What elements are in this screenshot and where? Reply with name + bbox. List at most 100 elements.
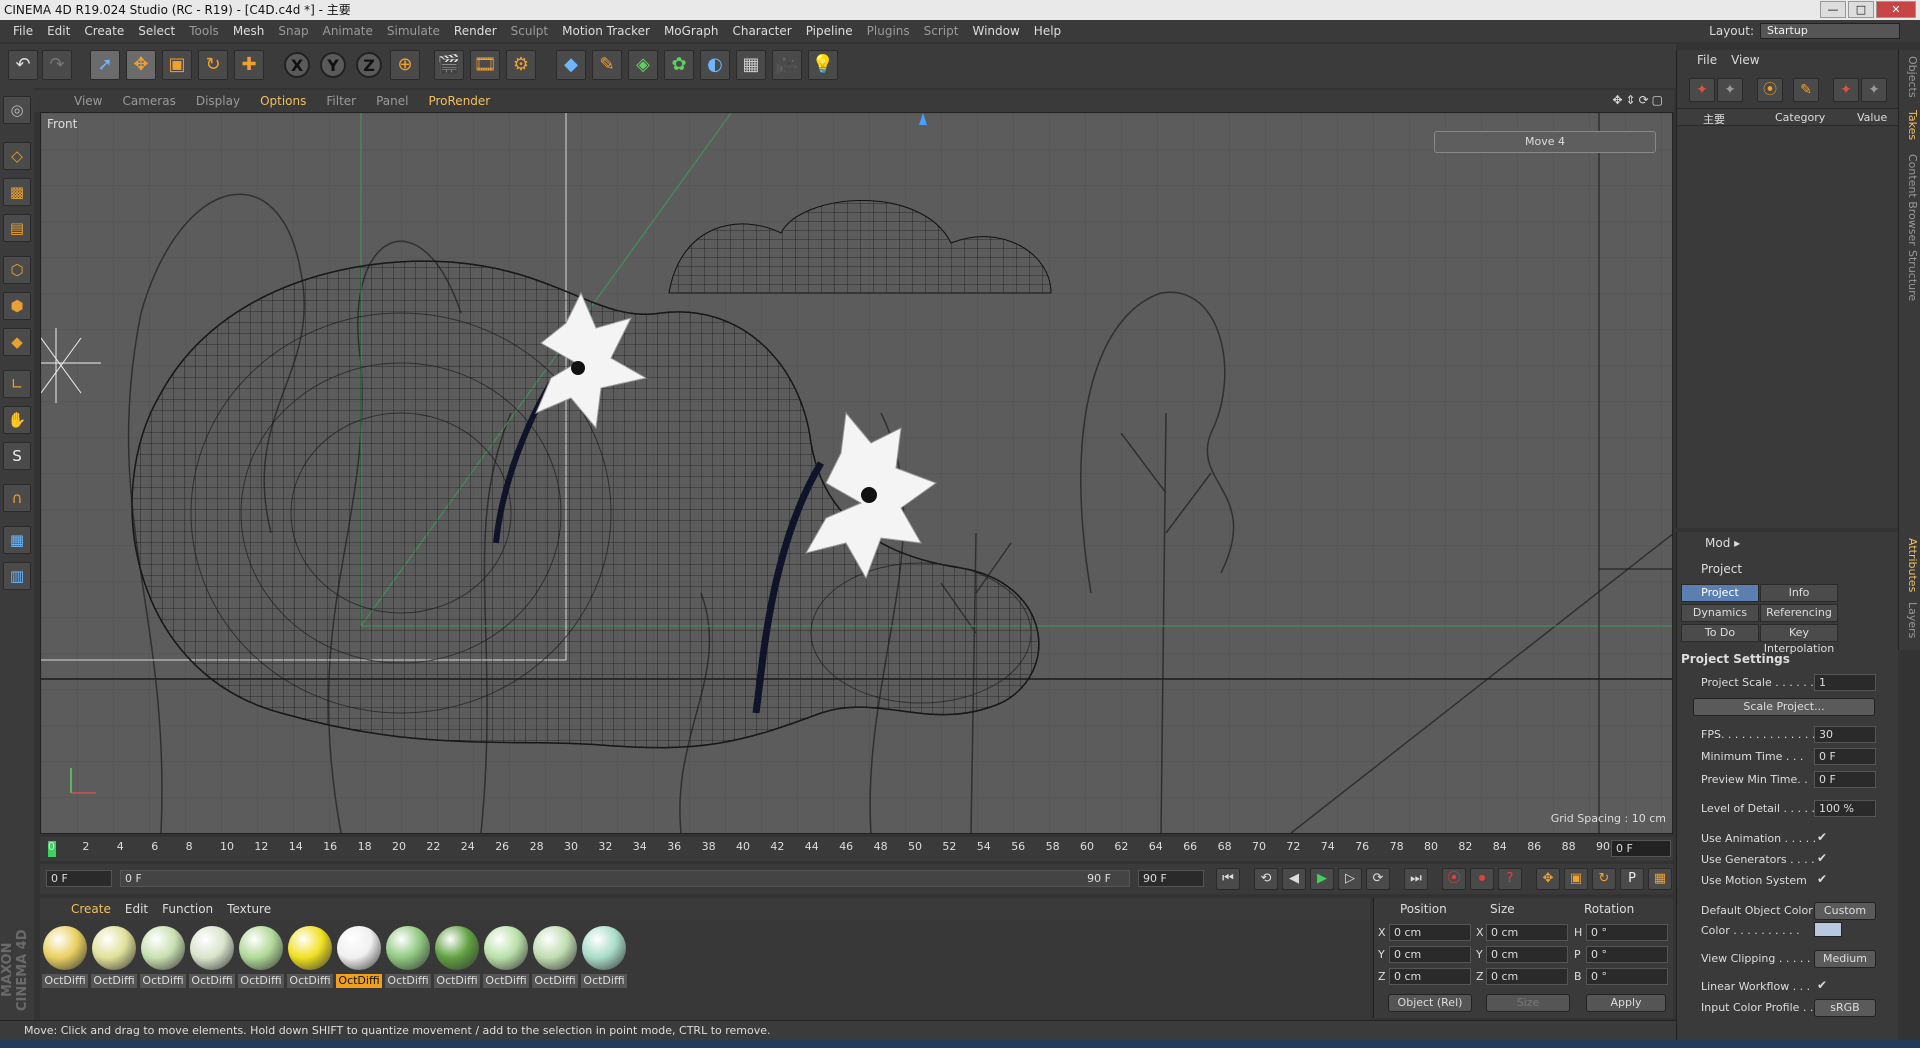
- menu-simulate[interactable]: Simulate: [380, 24, 447, 38]
- viewport-menu-filter[interactable]: Filter: [316, 94, 366, 108]
- render-settings-icon[interactable]: ⚙: [506, 50, 536, 80]
- viewport-front[interactable]: Front Move 4 Grid Spacing : 10 cm: [40, 112, 1673, 834]
- coords-apply-button[interactable]: Apply: [1586, 994, 1666, 1012]
- material-item[interactable]: OctDiffi: [42, 926, 88, 988]
- preview-range-slider[interactable]: 0 F 90 F: [120, 870, 1130, 887]
- coords-size-mode-dropdown[interactable]: Size: [1486, 994, 1570, 1012]
- coords-size-z-field[interactable]: 0 cm: [1486, 968, 1568, 985]
- polygons-mode-icon[interactable]: ◆: [3, 328, 31, 356]
- menu-animate[interactable]: Animate: [316, 24, 380, 38]
- coords-mode-dropdown[interactable]: Object (Rel): [1388, 994, 1472, 1012]
- menu-mograph[interactable]: MoGraph: [657, 24, 726, 38]
- menu-window[interactable]: Window: [965, 24, 1026, 38]
- tab-dynamics[interactable]: Dynamics: [1681, 604, 1759, 622]
- material-item[interactable]: OctDiffi: [385, 926, 431, 988]
- material-item[interactable]: OctDiffi: [238, 926, 284, 988]
- view-clipping-dropdown[interactable]: Medium: [1814, 950, 1876, 968]
- play-icon[interactable]: ▶: [1310, 868, 1334, 890]
- key-rotation-icon[interactable]: ↻: [1592, 868, 1616, 890]
- viewport-menu-cameras[interactable]: Cameras: [112, 94, 185, 108]
- move-icon[interactable]: ✥: [126, 50, 156, 80]
- snap-icon[interactable]: ∩: [3, 484, 31, 512]
- undo-icon[interactable]: ↶: [8, 50, 38, 80]
- z-axis-icon[interactable]: Z: [356, 52, 382, 78]
- edges-mode-icon[interactable]: ⬢: [3, 292, 31, 320]
- material-item[interactable]: OctDiffi: [434, 926, 480, 988]
- go-to-end-icon[interactable]: ⏭: [1404, 868, 1428, 890]
- viewport-navigation-icons[interactable]: ✥⇕⟳▢: [1612, 93, 1666, 107]
- menu-motion-tracker[interactable]: Motion Tracker: [555, 24, 657, 38]
- timeline-ruler[interactable]: 0 2 4 6 8 10 12 14 16 18 20 22 24 26 28 30 32 34 36 38 40 42 4…: [40, 837, 1673, 861]
- use-motion-system-checkbox[interactable]: ✔: [1817, 872, 1827, 886]
- pen-icon[interactable]: ✎: [592, 50, 622, 80]
- render-view-icon[interactable]: 🎬: [434, 50, 464, 80]
- tab-referencing[interactable]: Referencing: [1760, 604, 1838, 622]
- material-item[interactable]: OctDiffi: [91, 926, 137, 988]
- take-tool-icon-1[interactable]: ✦: [1689, 78, 1715, 102]
- record-keys-icon[interactable]: ⦿: [1442, 868, 1466, 890]
- menu-script[interactable]: Script: [917, 24, 966, 38]
- viewport-menu-display[interactable]: Display: [186, 94, 250, 108]
- end-frame-field[interactable]: 90 F: [1138, 870, 1204, 887]
- viewport-menu-view[interactable]: View: [64, 94, 112, 108]
- default-object-color-dropdown[interactable]: Custom: [1814, 902, 1876, 920]
- project-scale-field[interactable]: 1: [1814, 674, 1876, 691]
- material-item[interactable]: OctDiffi: [189, 926, 235, 988]
- next-key-icon[interactable]: ⟳: [1366, 868, 1390, 890]
- take-lock-icon[interactable]: ✦: [1833, 78, 1859, 102]
- cloner-icon[interactable]: ✿: [664, 50, 694, 80]
- make-editable-icon[interactable]: ◎: [3, 96, 31, 124]
- next-frame-icon[interactable]: ▷: [1338, 868, 1362, 890]
- subdivision-icon[interactable]: ◈: [628, 50, 658, 80]
- attribute-mode-button[interactable]: Mod: [1705, 536, 1730, 550]
- scale-project-button[interactable]: Scale Project...: [1693, 698, 1875, 716]
- minimize-button[interactable]: —: [1820, 1, 1846, 18]
- render-picture-viewer-icon[interactable]: 🎞: [470, 50, 500, 80]
- rotate-icon[interactable]: ↻: [198, 50, 228, 80]
- axis-mode-icon[interactable]: ∟: [3, 370, 31, 398]
- menu-plugins[interactable]: Plugins: [860, 24, 917, 38]
- take-override-icon[interactable]: ⦿: [1757, 78, 1783, 102]
- light-icon[interactable]: 💡: [808, 50, 838, 80]
- key-position-icon[interactable]: ✥: [1536, 868, 1560, 890]
- tab-structure[interactable]: Structure: [1901, 250, 1919, 301]
- take-filter-icon[interactable]: ✦: [1861, 78, 1887, 102]
- close-button[interactable]: ✕: [1876, 1, 1916, 18]
- viewport-menu-panel[interactable]: Panel: [366, 94, 418, 108]
- key-parameter-icon[interactable]: P: [1620, 868, 1644, 890]
- minimum-time-field[interactable]: 0 F: [1814, 748, 1876, 765]
- menu-pipeline[interactable]: Pipeline: [799, 24, 860, 38]
- keyframe-selection-icon[interactable]: ?: [1498, 868, 1522, 890]
- use-generators-checkbox[interactable]: ✔: [1817, 851, 1827, 865]
- maximize-button[interactable]: □: [1848, 1, 1874, 18]
- menu-file[interactable]: File: [6, 24, 40, 38]
- current-frame-field[interactable]: 0 F: [1611, 840, 1671, 857]
- preview-min-time-field[interactable]: 0 F: [1814, 771, 1876, 788]
- object-menu-file[interactable]: File: [1697, 53, 1717, 67]
- key-scale-icon[interactable]: ▣: [1564, 868, 1588, 890]
- color-swatch[interactable]: [1814, 922, 1842, 937]
- tab-layers[interactable]: Layers: [1901, 602, 1919, 638]
- level-of-detail-field[interactable]: 100 %: [1814, 800, 1876, 817]
- menu-select[interactable]: Select: [131, 24, 182, 38]
- world-coords-icon[interactable]: ⊕: [390, 50, 420, 80]
- redo-icon[interactable]: ↷: [42, 50, 72, 80]
- viewport-menu-prorender[interactable]: ProRender: [418, 94, 500, 108]
- coords-rot-h-field[interactable]: 0 °: [1586, 924, 1668, 941]
- planar-workplane-icon[interactable]: ▥: [3, 562, 31, 590]
- menu-edit[interactable]: Edit: [40, 24, 77, 38]
- input-color-profile-dropdown[interactable]: sRGB: [1814, 999, 1876, 1017]
- key-pla-icon[interactable]: ▦: [1648, 868, 1672, 890]
- tab-key-interpolation[interactable]: Key Interpolation: [1760, 624, 1838, 655]
- take-auto-icon[interactable]: ✎: [1793, 78, 1819, 102]
- tab-objects[interactable]: Objects: [1901, 56, 1919, 98]
- y-axis-icon[interactable]: Y: [320, 52, 346, 78]
- workplane-icon[interactable]: ▤: [3, 214, 31, 242]
- previous-key-icon[interactable]: ⟲: [1254, 868, 1278, 890]
- previous-frame-icon[interactable]: ◀: [1282, 868, 1306, 890]
- select-live-icon[interactable]: ➚: [90, 50, 120, 80]
- material-menu-texture[interactable]: Texture: [220, 902, 278, 916]
- material-item[interactable]: OctDiffi: [532, 926, 578, 988]
- coords-rot-b-field[interactable]: 0 °: [1586, 968, 1668, 985]
- material-menu-edit[interactable]: Edit: [118, 902, 155, 916]
